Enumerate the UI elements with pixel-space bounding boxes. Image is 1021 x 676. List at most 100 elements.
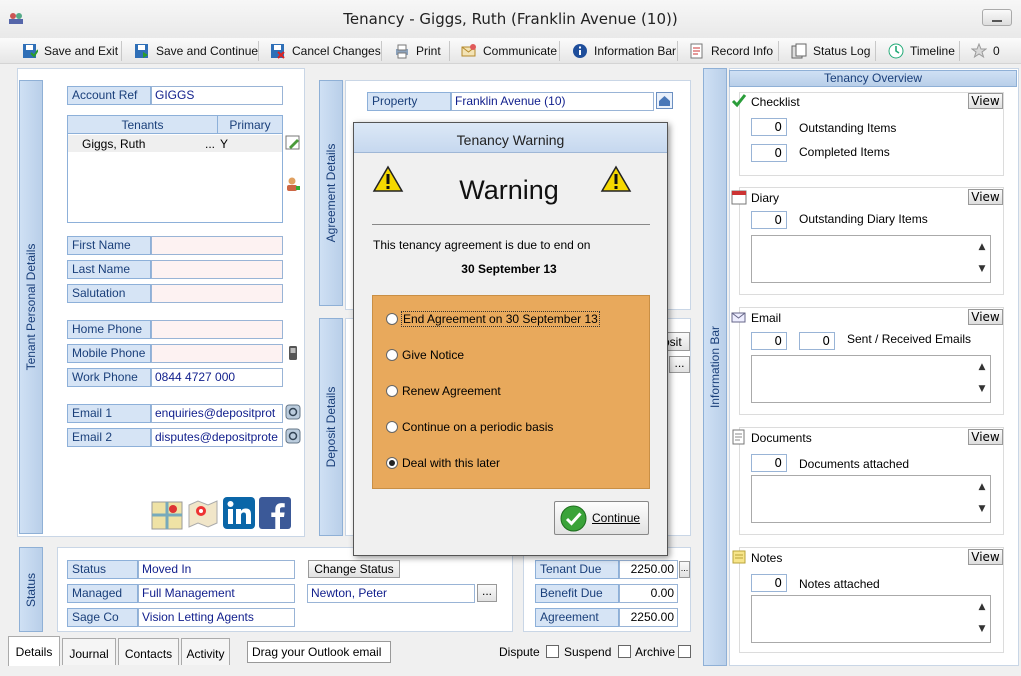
home-phone-label: Home Phone [67, 320, 151, 339]
notes-view-button[interactable]: View [968, 549, 1003, 565]
tab-contacts[interactable]: Contacts [118, 638, 179, 665]
negotiator-field[interactable]: Newton, Peter [307, 584, 475, 603]
table-row[interactable]: Giggs, Ruth ... Y [68, 135, 282, 152]
last-name-field[interactable] [151, 260, 283, 279]
tenant-name: Giggs, Ruth [82, 137, 146, 151]
tenants-column-header[interactable]: Tenants [68, 116, 218, 134]
cancel-changes-button[interactable]: Cancel Changes [270, 38, 381, 64]
option-renew-label[interactable]: Renew Agreement [402, 384, 501, 398]
account-ref-field[interactable]: GIGGS [151, 86, 283, 105]
salutation-field[interactable] [151, 284, 283, 303]
status-tab[interactable]: Status [19, 547, 43, 632]
minimize-button[interactable] [982, 9, 1012, 26]
diary-list[interactable]: ▲ ▼ [751, 235, 991, 283]
tab-details[interactable]: Details [8, 636, 60, 666]
archive-label: Archive [635, 645, 676, 659]
status-field[interactable]: Moved In [138, 560, 295, 579]
save-continue-button[interactable]: Save and Continue [134, 38, 258, 64]
archive-checkbox[interactable] [678, 645, 691, 658]
route-map-icon[interactable] [187, 497, 219, 529]
dialog-end-date: 30 September 13 [461, 262, 557, 276]
favourites-button[interactable]: 0 [971, 38, 1000, 64]
send-email2-icon[interactable] [285, 428, 301, 444]
notes-scrollbar[interactable]: ▲ ▼ [974, 596, 990, 642]
continue-button[interactable]: Continue [554, 501, 649, 535]
dispute-checkbox[interactable] [546, 645, 559, 658]
send-email1-icon[interactable] [285, 404, 301, 420]
option-periodic-radio[interactable] [386, 421, 398, 433]
negotiator-lookup-button[interactable]: ... [477, 584, 497, 602]
information-bar-tab[interactable]: Information Bar [703, 68, 727, 666]
managed-field[interactable]: Full Management [138, 584, 295, 603]
checklist-outstanding-count: 0 [751, 118, 787, 136]
print-label: Print [416, 44, 441, 58]
property-lookup-icon[interactable] [656, 92, 673, 109]
mobile-phone-field[interactable] [151, 344, 283, 363]
option-deal-later-radio[interactable] [386, 457, 398, 469]
option-renew-radio[interactable] [386, 385, 398, 397]
option-give-notice-label[interactable]: Give Notice [402, 348, 464, 362]
email2-field[interactable]: disputes@depositprote [151, 428, 283, 447]
mobile-phone-label: Mobile Phone [67, 344, 151, 363]
sage-field[interactable]: Vision Letting Agents [138, 608, 295, 627]
documents-title: Documents [751, 431, 812, 445]
primary-column-header[interactable]: Primary [218, 116, 282, 134]
toolbar: Save and Exit Save and Continue Cancel C… [0, 38, 1021, 64]
tenancy-warning-dialog: Tenancy Warning Warning This tenancy agr… [353, 122, 668, 556]
phone-icon[interactable] [285, 345, 301, 361]
option-periodic-label[interactable]: Continue on a periodic basis [402, 420, 553, 434]
personal-details-tab[interactable]: Tenant Personal Details [19, 80, 43, 534]
record-info-button[interactable]: Record Info [689, 38, 773, 64]
option-give-notice-radio[interactable] [386, 349, 398, 361]
dispute-label: Dispute [499, 645, 540, 659]
tab-activity[interactable]: Activity [181, 638, 230, 665]
agreement-details-tab[interactable]: Agreement Details [319, 80, 343, 306]
option-deal-later-label[interactable]: Deal with this later [402, 456, 500, 470]
communicate-button[interactable]: Communicate [461, 38, 557, 64]
tenant-ellipsis[interactable]: ... [205, 137, 215, 151]
tab-journal[interactable]: Journal [62, 638, 116, 665]
email-list[interactable]: ▲ ▼ [751, 355, 991, 403]
save-continue-label: Save and Continue [156, 44, 259, 58]
property-label: Property [367, 92, 451, 111]
documents-view-button[interactable]: View [968, 429, 1003, 445]
property-field[interactable]: Franklin Avenue (10) [451, 92, 654, 111]
work-phone-field[interactable]: 0844 4727 000 [151, 368, 283, 387]
diary-view-button[interactable]: View [968, 189, 1003, 205]
suspend-checkbox[interactable] [618, 645, 631, 658]
first-name-field[interactable] [151, 236, 283, 255]
tenant-due-field[interactable]: 2250.00 [619, 560, 678, 579]
documents-list[interactable]: ▲ ▼ [751, 475, 991, 523]
map-icon[interactable] [151, 499, 183, 531]
diary-scrollbar[interactable]: ▲ ▼ [974, 236, 990, 282]
status-log-button[interactable]: Status Log [791, 38, 870, 64]
edit-tenant-icon[interactable] [285, 135, 301, 151]
checklist-view-button[interactable]: View [968, 93, 1003, 109]
linkedin-icon[interactable] [223, 497, 255, 529]
home-phone-field[interactable] [151, 320, 283, 339]
save-exit-button[interactable]: Save and Exit [22, 38, 118, 64]
facebook-icon[interactable] [259, 497, 291, 529]
email1-field[interactable]: enquiries@depositprot [151, 404, 283, 423]
benefit-due-field[interactable]: 0.00 [619, 584, 678, 603]
email-view-button[interactable]: View [968, 309, 1003, 325]
agreement-amount-field[interactable]: 2250.00 [619, 608, 678, 627]
option-end-agreement-label[interactable]: End Agreement on 30 September 13 [401, 311, 600, 327]
option-end-agreement-radio[interactable] [386, 313, 398, 325]
tenant-due-ellipsis-button[interactable]: ... [679, 561, 690, 578]
add-person-icon[interactable] [285, 176, 301, 192]
checklist-completed-label: Completed Items [799, 145, 890, 159]
deposit-details-tab[interactable]: Deposit Details [319, 318, 343, 536]
record-info-label: Record Info [711, 44, 774, 58]
outlook-drop-zone[interactable]: Drag your Outlook email [247, 641, 391, 663]
change-status-button[interactable]: Change Status [308, 560, 400, 578]
timeline-button[interactable]: Timeline [888, 38, 955, 64]
print-button[interactable]: Print [394, 38, 441, 64]
documents-scrollbar[interactable]: ▲ ▼ [974, 476, 990, 522]
notes-list[interactable]: ▲ ▼ [751, 595, 991, 643]
agreement-details-title: Agreement Details [324, 143, 338, 243]
information-bar-button[interactable]: Information Bar [572, 38, 676, 64]
deposit-ellipsis-button[interactable]: ... [669, 356, 690, 373]
benefit-due-label: Benefit Due [535, 584, 619, 603]
email-scrollbar[interactable]: ▲ ▼ [974, 356, 990, 402]
